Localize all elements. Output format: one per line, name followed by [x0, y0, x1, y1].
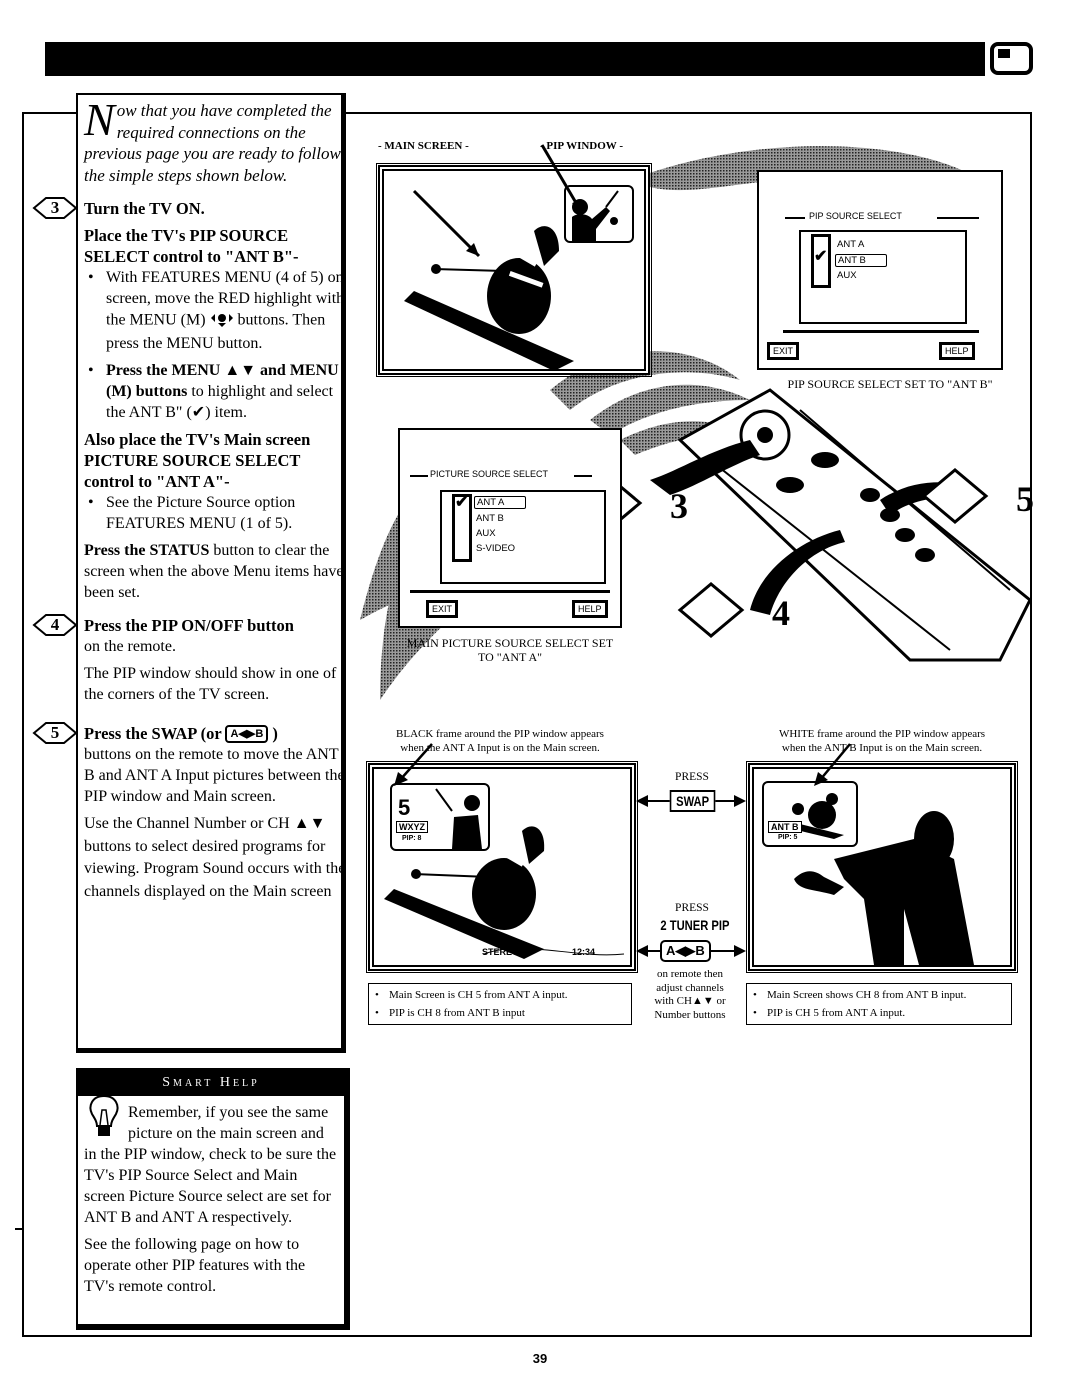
step-4-badge: 4: [32, 613, 78, 637]
step-3-bullet-1: With FEATURES MENU (4 of 5) on screen, m…: [84, 267, 346, 354]
right-notes-box: Main Screen shows CH 8 from ANT B input.…: [746, 983, 1012, 1025]
press-label: PRESS: [675, 771, 709, 783]
osd-time: 12:34: [572, 947, 596, 957]
instructions-column: Now that you have completed the required…: [32, 94, 346, 903]
step-3-bullet-3: See the Picture Source option FEATURES M…: [84, 492, 346, 534]
picture-source-option[interactable]: AUX: [476, 528, 496, 539]
intro-text: ow that you have completed the required …: [84, 101, 341, 185]
press-label: PRESS: [675, 902, 709, 914]
picture-source-select-screen: PICTURE SOURCE SELECT ✔ ANT A ANT B AUX …: [398, 428, 622, 628]
pip-source-option[interactable]: AUX: [837, 270, 857, 281]
pip-source-option-selected[interactable]: ANT B: [835, 254, 887, 267]
step-3-status-note: Press the STATUS button to clear the scr…: [84, 542, 344, 601]
picture-source-options-box: ✔ ANT A ANT B AUX S-VIDEO: [440, 490, 606, 584]
step-5-title: 5 Press the SWAP (or A◀▶B ): [32, 722, 346, 744]
picture-source-caption: MAIN PICTURE SOURCE SELECT SET TO "ANT A…: [406, 636, 614, 664]
check-icon: ✔: [455, 494, 469, 511]
check-icon: ✔: [814, 248, 828, 265]
step-5-text-1: buttons on the remote to move the ANT B …: [84, 746, 345, 805]
smart-help-title: Smart Help: [78, 1070, 344, 1096]
remote-badge-5: 5: [920, 466, 1034, 526]
step-5-badge: 5: [32, 721, 78, 745]
left-notes-box: Main Screen is CH 5 from ANT A input. PI…: [368, 983, 632, 1025]
pip-source-option[interactable]: ANT A: [837, 239, 864, 250]
tv-screen-icon: [990, 42, 1033, 75]
smart-help-paragraph-2: See the following page on how to operate…: [84, 1236, 306, 1295]
osd-stereo: STEREO: [482, 947, 520, 957]
pip-channel-number: 5: [398, 795, 411, 820]
menu-direction-pad-icon: [210, 309, 234, 333]
pip-window-black-frame: 5 WXYZ PIP: 8: [390, 783, 490, 851]
white-frame-caption: WHITE frame around the PIP window appear…: [778, 728, 986, 754]
step-4-text-2: The PIP window should show in one of the…: [84, 665, 337, 703]
tv-screen-ant-b-main: ANT B PIP: 5: [746, 761, 1018, 973]
pip-label: PIP: 5: [778, 834, 798, 841]
picture-source-option[interactable]: ANT B: [476, 513, 504, 524]
page-number: 39: [532, 1351, 548, 1366]
picture-source-option-selected[interactable]: ANT A: [474, 496, 526, 509]
remote-instructions-note: on remote then adjust channels with CH▲▼…: [654, 968, 726, 1021]
pip-source-select-screen: PIP SOURCE SELECT ✔ ANT A ANT B AUX EXIT…: [757, 170, 1003, 370]
step-4-text-1: on the remote.: [84, 638, 176, 655]
ab-swap-button[interactable]: A◀▶B: [660, 940, 711, 962]
exit-button[interactable]: EXIT: [426, 600, 459, 618]
step-3-badge: 3: [32, 196, 78, 220]
step-5-text-2: Use the Channel Number or CH ▲▼ buttons …: [84, 815, 346, 900]
step-3-title: 3 Turn the TV ON.: [32, 197, 346, 219]
main-screen-tv: [376, 144, 652, 377]
pip-source-menu-title: PIP SOURCE SELECT: [809, 211, 902, 221]
intro-paragraph: Now that you have completed the required…: [84, 94, 346, 186]
step-3-instruction-picture: Also place the TV's Main screen PICTURE …: [84, 430, 311, 491]
pip-source-options-box: ✔ ANT A ANT B AUX: [799, 230, 967, 324]
step-3-instruction-pip: Place the TV's PIP SOURCE SELECT control…: [84, 226, 299, 266]
remote-badge-4: 4: [676, 580, 790, 640]
picture-source-option[interactable]: S-VIDEO: [476, 543, 515, 554]
smart-help-box: Smart Help Remember, if you see the same…: [76, 1068, 350, 1330]
tv-screen-ant-a-main: 5 WXYZ PIP: 8 STEREO 12:34: [366, 761, 638, 973]
caption-arrow-left: [394, 743, 433, 786]
step-3-bullet-2: Press the MENU ▲▼ and MENU (M) buttons t…: [84, 360, 346, 423]
caption-arrow-right: [814, 743, 851, 786]
pip-station-id: ANT B: [768, 821, 802, 833]
lightbulb-icon: [84, 1094, 124, 1138]
pip-station-id: WXYZ: [396, 821, 428, 833]
intro-dropcap: N: [84, 94, 115, 145]
margin-tick: [15, 1228, 23, 1230]
swap-button[interactable]: SWAP: [669, 790, 716, 812]
pip-label: PIP: 8: [402, 835, 422, 842]
exit-button[interactable]: EXIT: [767, 342, 800, 360]
help-button[interactable]: HELP: [572, 600, 608, 618]
swap-ab-key-icon: A◀▶B: [225, 725, 269, 743]
picture-source-menu-title: PICTURE SOURCE SELECT: [430, 469, 549, 479]
pip-window-white-frame: ANT B PIP: 5: [762, 781, 858, 847]
header-bar: [45, 42, 985, 76]
tuner-pip-label: 2 TUNER PIP: [660, 917, 730, 933]
step-4-title: 4 Press the PIP ON/OFF button: [32, 614, 346, 636]
help-button[interactable]: HELP: [939, 342, 975, 360]
